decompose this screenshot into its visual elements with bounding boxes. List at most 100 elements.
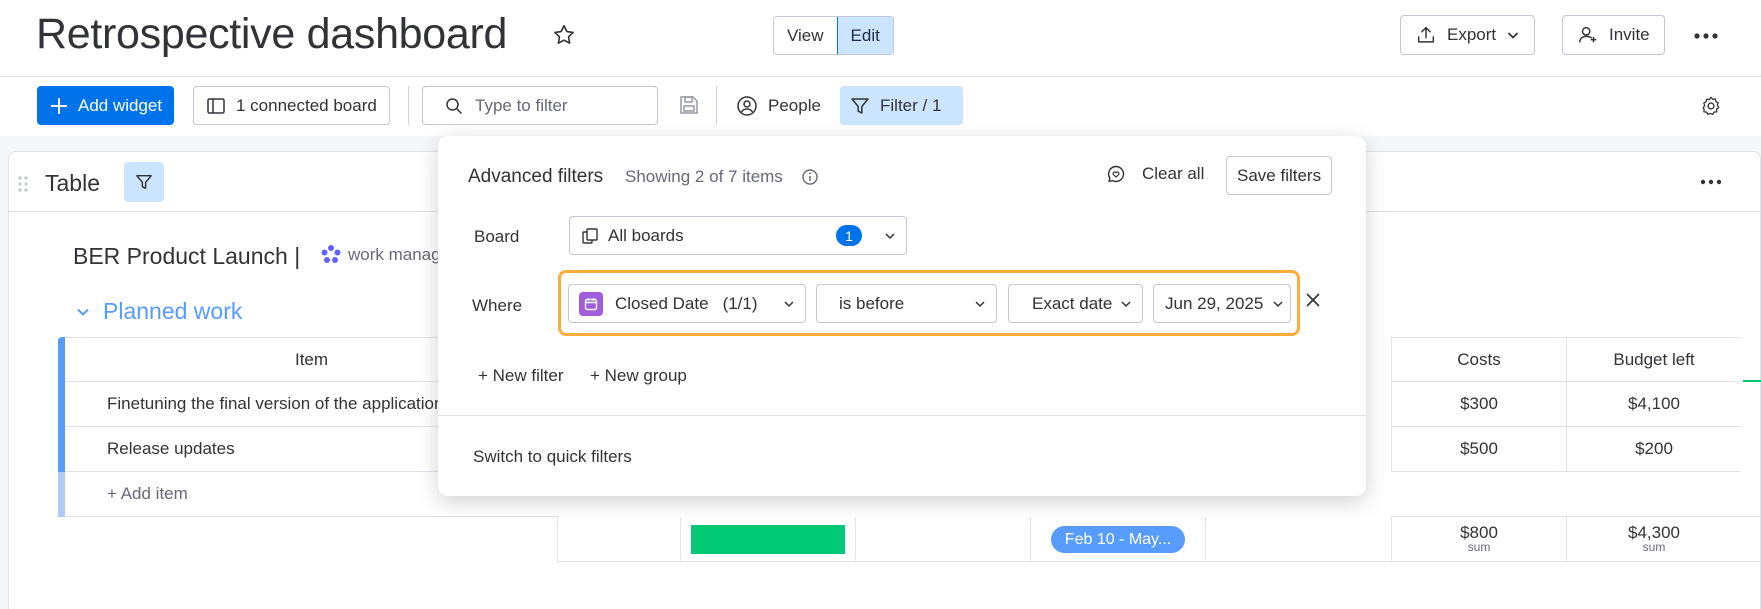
condition-dropdown[interactable]: is before bbox=[816, 284, 997, 323]
filter-label: Filter / 1 bbox=[880, 95, 942, 115]
more-options-icon[interactable] bbox=[1689, 24, 1723, 48]
budget-value: $4,100 bbox=[1628, 394, 1680, 413]
budget-cell[interactable]: $4,100 bbox=[1566, 382, 1741, 427]
popover-title: Advanced filters bbox=[468, 166, 604, 187]
budget-cell[interactable]: $200 bbox=[1566, 427, 1741, 472]
chevron-down-icon bbox=[783, 298, 795, 310]
chevron-down-icon bbox=[1120, 298, 1132, 310]
costs-sum-value: $800 bbox=[1460, 523, 1498, 542]
widget-more-icon[interactable] bbox=[1697, 172, 1725, 192]
date-type-value: Exact date bbox=[1032, 293, 1112, 313]
new-group-button[interactable]: + New group bbox=[590, 366, 687, 386]
view-edit-toggle: View Edit bbox=[773, 16, 894, 55]
chevron-down-icon bbox=[884, 230, 896, 242]
costs-value: $300 bbox=[1460, 394, 1498, 413]
chevron-down-icon bbox=[75, 304, 91, 320]
export-button[interactable]: Export bbox=[1400, 15, 1536, 55]
board-dropdown[interactable]: All boards 1 bbox=[569, 216, 907, 255]
add-item-row-right bbox=[1391, 472, 1761, 517]
budget-sum-value: $4,300 bbox=[1628, 523, 1680, 542]
upload-icon bbox=[1415, 24, 1437, 46]
item-name: Release updates bbox=[107, 439, 235, 458]
widget-filter-button[interactable] bbox=[124, 162, 164, 202]
calendar-icon bbox=[579, 291, 603, 316]
widget-title: Table bbox=[45, 170, 100, 196]
summary-cell bbox=[1205, 517, 1391, 562]
group-name: Planned work bbox=[103, 298, 243, 324]
timeline-summary-pill[interactable]: Feb 10 - May... bbox=[1051, 526, 1185, 553]
add-widget-label: Add widget bbox=[78, 95, 163, 115]
column-value: Closed Date bbox=[615, 293, 709, 313]
new-filter-button[interactable]: + New filter bbox=[478, 366, 564, 386]
status-summary-bar bbox=[691, 525, 845, 554]
where-label: Where bbox=[472, 296, 523, 315]
filter-button[interactable]: Filter / 1 bbox=[840, 86, 963, 125]
board-count-badge: 1 bbox=[836, 225, 862, 246]
budget-header-label: Budget left bbox=[1613, 349, 1695, 369]
page-title: Retrospective dashboard bbox=[36, 10, 508, 58]
costs-header-label: Costs bbox=[1457, 349, 1501, 369]
costs-column-header: Costs bbox=[1391, 337, 1566, 382]
header-divider bbox=[0, 76, 1761, 77]
budget-value: $200 bbox=[1635, 439, 1673, 458]
people-label: People bbox=[768, 95, 821, 115]
board-separator: | bbox=[294, 243, 301, 269]
date-type-dropdown[interactable]: Exact date bbox=[1008, 284, 1143, 323]
export-label: Export bbox=[1447, 25, 1497, 44]
date-value-dropdown[interactable]: Jun 29, 2025 bbox=[1153, 284, 1291, 323]
invite-label: Invite bbox=[1609, 25, 1650, 44]
chevron-down-icon bbox=[1506, 28, 1520, 42]
drag-handle-icon[interactable] bbox=[17, 175, 29, 193]
funnel-icon bbox=[850, 96, 870, 116]
connected-board-button[interactable]: 1 connected board bbox=[193, 86, 390, 125]
clear-all-button[interactable]: Clear all bbox=[1106, 164, 1204, 184]
item-header-label: Item bbox=[294, 349, 329, 369]
favorite-star-icon[interactable] bbox=[551, 22, 577, 48]
edit-mode-button[interactable]: Edit bbox=[836, 17, 893, 54]
add-widget-button[interactable]: Add widget bbox=[37, 86, 175, 125]
costs-value: $500 bbox=[1460, 439, 1498, 458]
sum-label: sum bbox=[1642, 540, 1666, 554]
add-row-color-bar bbox=[58, 472, 65, 517]
add-item-label: + Add item bbox=[107, 484, 188, 503]
plus-icon bbox=[49, 96, 69, 116]
advanced-filters-popover: Advanced filters Showing 2 of 7 items Cl… bbox=[438, 136, 1366, 496]
save-view-icon[interactable] bbox=[678, 94, 700, 116]
popover-divider bbox=[438, 415, 1366, 416]
board-name-text: BER Product Launch bbox=[73, 243, 288, 269]
workspace-logo-icon bbox=[320, 244, 342, 266]
costs-cell[interactable]: $500 bbox=[1391, 427, 1566, 472]
toolbar-divider bbox=[716, 86, 717, 125]
settings-gear-icon[interactable] bbox=[1700, 95, 1722, 117]
board-value: All boards bbox=[608, 225, 684, 245]
budget-column-header: Budget left bbox=[1566, 337, 1741, 382]
search-input[interactable] bbox=[475, 95, 635, 116]
remove-filter-icon[interactable] bbox=[1304, 291, 1322, 309]
popover-subtitle: Showing 2 of 7 items bbox=[625, 167, 783, 186]
people-filter-button[interactable]: People bbox=[726, 86, 831, 125]
clear-all-label: Clear all bbox=[1142, 164, 1205, 183]
invite-button[interactable]: Invite bbox=[1562, 15, 1665, 55]
workspace-tag: work management bbox=[320, 244, 440, 266]
workspace-label: work management bbox=[348, 245, 440, 264]
chevron-down-icon bbox=[1272, 298, 1284, 310]
item-name: Finetuning the final version of the appl… bbox=[107, 394, 444, 413]
group-header[interactable]: Planned work bbox=[75, 298, 242, 325]
search-box bbox=[422, 86, 658, 125]
sum-label: sum bbox=[1467, 540, 1491, 554]
board-name: BER Product Launch | bbox=[73, 243, 300, 270]
column-dropdown[interactable]: Closed Date (1/1) bbox=[568, 284, 806, 323]
costs-sum-cell: $800 sum bbox=[1391, 517, 1566, 562]
column-accent bbox=[1743, 380, 1761, 382]
feedback-icon bbox=[1106, 164, 1126, 184]
view-mode-button[interactable]: View bbox=[774, 17, 837, 54]
costs-cell[interactable]: $300 bbox=[1391, 382, 1566, 427]
switch-to-quick-filters-link[interactable]: Switch to quick filters bbox=[473, 447, 632, 467]
info-icon[interactable] bbox=[801, 168, 819, 186]
add-user-icon bbox=[1577, 24, 1599, 46]
toolbar-divider bbox=[408, 86, 409, 125]
save-filters-button[interactable]: Save filters bbox=[1226, 156, 1333, 195]
condition-value: is before bbox=[839, 293, 905, 313]
date-value: Jun 29, 2025 bbox=[1165, 293, 1264, 313]
summary-cell bbox=[855, 517, 1030, 562]
